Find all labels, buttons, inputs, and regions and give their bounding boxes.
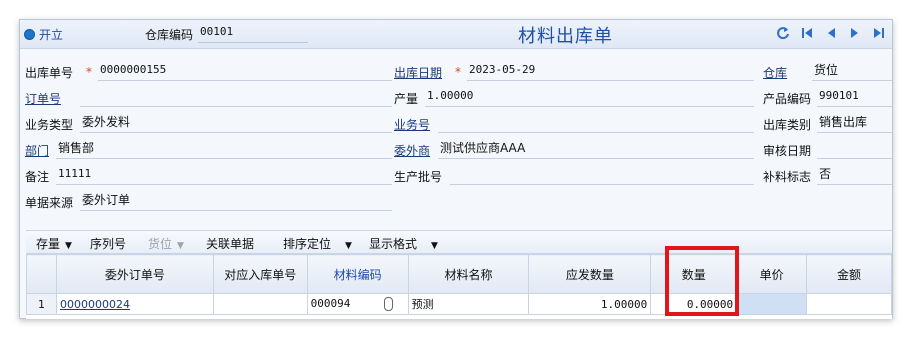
warehouse-label[interactable]: 仓库 <box>763 64 787 81</box>
dept-field[interactable]: 销售部 <box>56 138 392 159</box>
page-title: 材料出库单 <box>518 26 613 47</box>
serial-button[interactable]: 序列号 <box>90 235 126 252</box>
stock-menu[interactable]: 存量 ▼ <box>36 235 72 252</box>
linked-docs-button[interactable]: 关联单据 <box>206 235 254 252</box>
note-label: 备注 <box>25 170 50 184</box>
warehouse-code-field[interactable]: 00101 <box>198 22 308 43</box>
detail-table: 委外订单号 对应入库单号 材料编码 材料名称 应发数量 数量 单价 金额 1 0… <box>26 254 892 315</box>
supplement-label: 补料标志 <box>763 170 812 184</box>
due-qty-cell[interactable]: 1.00000 <box>528 293 652 315</box>
source-field[interactable]: 委外订单 <box>80 190 392 211</box>
chevron-down-icon: ▼ <box>345 241 352 251</box>
column-header-material-name[interactable]: 材料名称 <box>407 254 530 294</box>
order-no-cell[interactable]: 0000000024 <box>55 293 214 315</box>
voucher-window: 开立 仓库编码 00101 材料出库单 出库单号 * 0000000155 出库… <box>19 19 893 319</box>
title-bar: 开立 仓库编码 00101 材料出库单 <box>20 20 892 49</box>
material-code-value: 000094 <box>310 297 351 310</box>
biz-type-field[interactable]: 委外发料 <box>80 112 392 133</box>
required-star: * <box>86 65 92 79</box>
out-no-label: 出库单号 <box>25 66 74 80</box>
chevron-down-icon: ▼ <box>65 241 72 251</box>
price-cell[interactable] <box>736 293 808 315</box>
product-code-field[interactable]: 990101 <box>817 86 892 107</box>
next-page-icon[interactable] <box>848 26 862 40</box>
in-no-cell[interactable] <box>212 293 308 315</box>
out-no-field[interactable]: 0000000155 <box>98 60 392 81</box>
out-category-field[interactable]: 销售出库 <box>817 112 892 133</box>
warehouse-field[interactable]: 货位 <box>812 60 892 81</box>
column-header-in-no[interactable]: 对应入库单号 <box>212 254 308 294</box>
chevron-down-icon: ▼ <box>431 241 438 251</box>
last-page-icon[interactable] <box>872 26 886 40</box>
attachment-icon[interactable] <box>384 297 394 311</box>
display-format-menu[interactable]: 显示格式 ▼ <box>369 235 438 252</box>
display-format-label: 显示格式 <box>369 237 418 251</box>
table-header-row: 委外订单号 对应入库单号 材料编码 材料名称 应发数量 数量 单价 金额 <box>26 254 892 294</box>
biz-no-label[interactable]: 业务号 <box>394 116 430 133</box>
product-code-label: 产品编码 <box>763 92 812 106</box>
row-number: 1 <box>26 293 57 315</box>
out-category-label: 出库类别 <box>763 118 812 132</box>
location-label: 货位 <box>148 237 173 251</box>
column-header-due-qty[interactable]: 应发数量 <box>528 254 652 294</box>
amount-cell[interactable] <box>806 293 892 315</box>
sort-locate-label: 排序定位 <box>283 237 332 251</box>
outsource-label[interactable]: 委外商 <box>394 142 430 159</box>
column-header-amount[interactable]: 金额 <box>806 254 892 294</box>
column-header-rowno <box>26 254 57 294</box>
out-date-label[interactable]: 出库日期 <box>394 64 442 81</box>
biz-type-label: 业务类型 <box>25 118 74 132</box>
audit-date-label: 审核日期 <box>763 144 812 158</box>
sort-locate-menu[interactable]: 排序定位 ▼ <box>283 235 352 252</box>
warehouse-code-label: 仓库编码 <box>145 28 194 42</box>
order-no-link[interactable]: 0000000024 <box>60 298 130 311</box>
material-name-cell[interactable]: 预测 <box>407 293 530 315</box>
detail-grid-area: 存量 ▼ 序列号 货位 ▼ 关联单据 排序定位 ▼ 显示格式 ▼ 委外订单号 对应入库单… <box>26 230 892 319</box>
prev-page-icon[interactable] <box>824 26 838 40</box>
highlight-box <box>665 246 739 316</box>
source-label: 单据来源 <box>25 196 74 210</box>
order-no-field[interactable] <box>80 86 392 107</box>
required-star: * <box>455 65 461 79</box>
audit-date-field[interactable] <box>817 138 892 159</box>
out-date-field[interactable]: 2023-05-29 <box>467 60 754 81</box>
outsource-field[interactable]: 测试供应商AAA <box>438 138 754 159</box>
first-page-icon[interactable] <box>800 26 814 40</box>
record-navigation <box>776 26 886 40</box>
note-field[interactable]: 11111 <box>56 164 392 185</box>
biz-no-field[interactable] <box>438 112 754 133</box>
batch-field[interactable] <box>450 164 754 185</box>
open-label: 开立 <box>39 27 64 42</box>
table-row[interactable]: 1 0000000024 000094 预测 1.00000 0.00000 <box>26 293 892 315</box>
grid-toolbar: 存量 ▼ 序列号 货位 ▼ 关联单据 排序定位 ▼ 显示格式 ▼ <box>26 231 892 254</box>
order-no-label[interactable]: 订单号 <box>25 90 61 107</box>
column-header-order-no[interactable]: 委外订单号 <box>55 254 214 294</box>
location-menu[interactable]: 货位 ▼ <box>148 235 184 252</box>
refresh-icon[interactable] <box>776 26 790 40</box>
output-label: 产量 <box>394 92 419 106</box>
column-header-price[interactable]: 单价 <box>736 254 808 294</box>
chevron-down-icon: ▼ <box>177 241 184 251</box>
batch-label: 生产批号 <box>394 170 443 184</box>
stock-label: 存量 <box>36 237 61 251</box>
supplement-field[interactable]: 否 <box>817 164 892 185</box>
open-button[interactable]: 开立 <box>24 26 63 42</box>
dept-label[interactable]: 部门 <box>25 142 49 159</box>
column-header-material-code[interactable]: 材料编码 <box>306 254 409 294</box>
open-status-icon <box>24 28 35 40</box>
material-code-cell[interactable]: 000094 <box>306 293 409 315</box>
output-field[interactable]: 1.00000 <box>425 86 754 107</box>
